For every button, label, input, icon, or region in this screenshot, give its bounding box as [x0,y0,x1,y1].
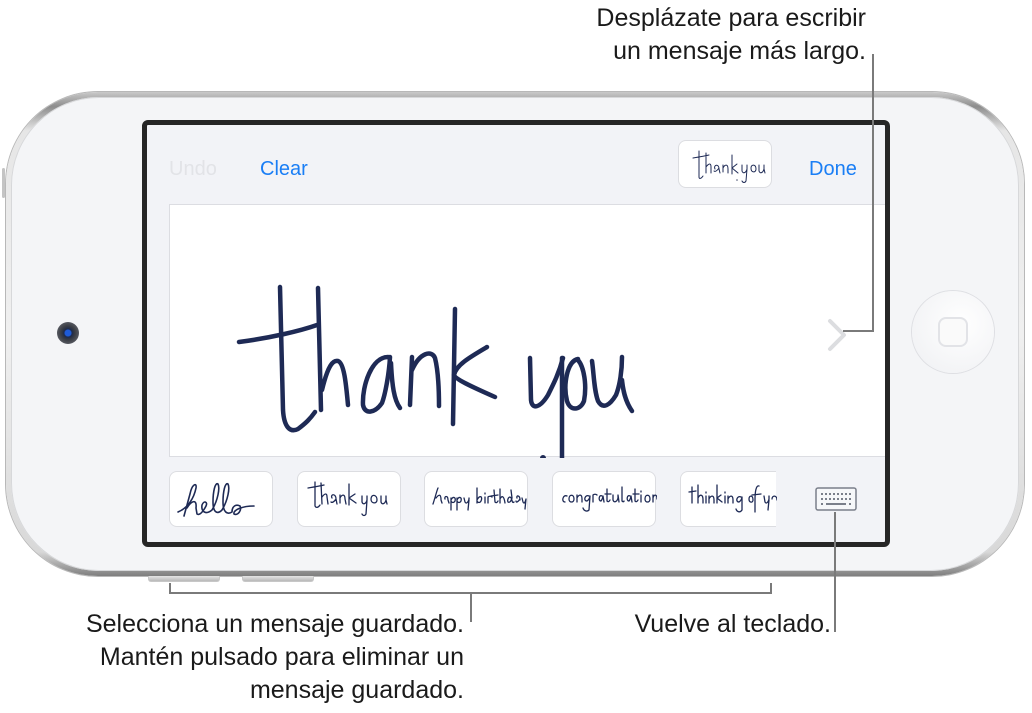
keyboard-callout-line1: Vuelve al teclado. [634,610,831,638]
saved-callout-bracket-right [770,583,772,593]
saved-message-thinking-of-you[interactable] [680,471,778,527]
saved-message-hello[interactable] [169,471,273,527]
keyboard-button[interactable] [815,487,857,513]
preview-handwriting [692,150,766,183]
keyboard-callout-leader [834,512,836,632]
saved-callout-line2: Mantén pulsado para eliminar un [99,643,464,671]
scroll-callout-leader [872,54,874,332]
keyboard-icon [815,487,857,511]
chevron-right-icon[interactable] [822,315,862,355]
saved-message-hello-ink [177,482,255,517]
keyboard-callout: Vuelve al teclado. [635,608,831,641]
done-button[interactable]: Done [809,157,857,181]
saved-message-thank-you-ink [307,481,388,517]
clear-button[interactable]: Clear [260,157,308,181]
writing-canvas[interactable] [169,204,885,468]
saved-callout-line1: Selecciona un mensaje guardado. [85,610,464,638]
saved-message-thinking-of-you-ink [688,484,778,513]
home-button[interactable] [912,291,994,373]
handwritten-thank-you [236,284,635,468]
saved-callout-line3: mensaje guardado. [249,676,464,704]
saved-message-happy-birthday[interactable] [424,471,528,527]
undo-button[interactable]: Undo [169,157,217,181]
message-preview[interactable] [678,140,772,188]
saved-callout: Selecciona un mensaje guardado. Mantén p… [86,608,464,707]
camera-icon [57,322,79,344]
scroll-callout-line1: Desplázate para escribir [596,4,866,32]
saved-callout-leader [470,592,472,622]
saved-message-happy-birthday-ink [432,487,527,511]
handwriting-screen: Undo Clear Done [142,120,890,547]
volume-down-button [148,576,220,582]
volume-up-button [242,576,314,582]
saved-message-thank-you[interactable] [297,471,401,527]
scroll-callout: Desplázate para escribir un mensaje más … [596,2,866,68]
scroll-callout-line2: un mensaje más largo. [613,37,866,65]
scroll-callout-leader-h [843,330,874,332]
saved-message-congratulations-ink [562,486,658,512]
saved-messages-strip [169,471,789,527]
side-switch [2,168,5,198]
home-square-icon [938,317,968,347]
saved-message-congratulations[interactable] [552,471,658,527]
